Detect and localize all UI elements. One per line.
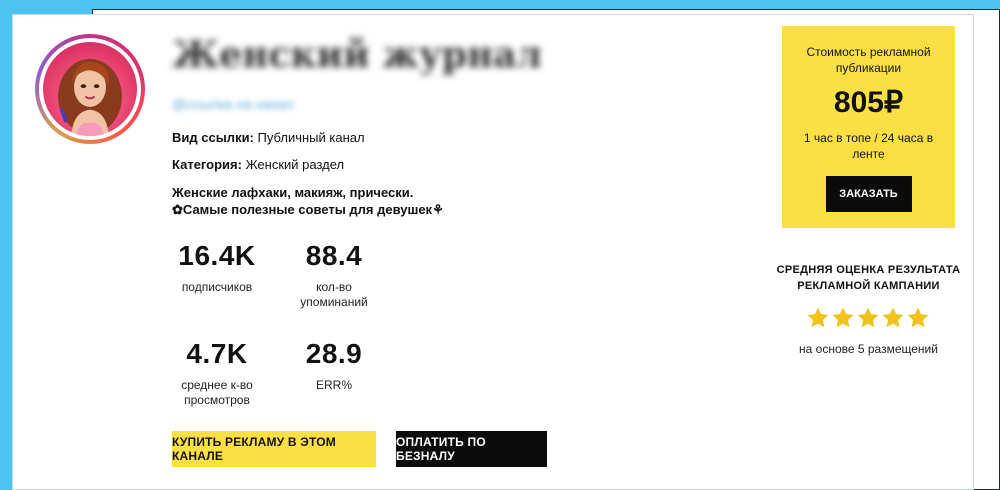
avatar-frame (39, 38, 141, 140)
link-type-row: Вид ссылки: Публичный канал (172, 130, 365, 145)
category-value: Женский раздел (245, 157, 345, 172)
link-type-label: Вид ссылки: (172, 130, 254, 145)
stat-label: кол-во упоминаний (300, 280, 368, 309)
star-icon (832, 307, 854, 328)
stat-label: ERR% (315, 378, 352, 392)
price-caption: Стоимость рекламной публикации (806, 45, 931, 75)
stat-value: 16.4K (178, 240, 256, 271)
order-button[interactable]: ЗАКАЗАТЬ (825, 176, 912, 212)
star-icon (907, 307, 929, 328)
stat-views: 4.7K среднее к-во просмотров (157, 338, 277, 408)
description-line-1: Женские лафхаки, макияж, прически. (172, 185, 414, 200)
buy-ad-button[interactable]: КУПИТЬ РЕКЛАМУ В ЭТОМ КАНАЛЕ (172, 431, 376, 467)
stat-value: 4.7K (186, 338, 248, 369)
star-icon (882, 307, 904, 328)
star-icon (857, 307, 879, 328)
category-label: Категория: (172, 157, 242, 172)
stat-label: среднее к-во просмотров (181, 378, 253, 407)
price-note: 1 час в топе / 24 часа в ленте (803, 131, 934, 161)
description-line-2: ✿Самые полезные советы для девушек⚘ (172, 202, 444, 217)
stat-label: подписчиков (181, 280, 253, 294)
avatar-illustration (43, 42, 137, 136)
channel-description: Женские лафхаки, макияж, прически. ✿Самы… (172, 184, 444, 218)
pay-cashless-button[interactable]: ОПЛАТИТЬ ПО БЕЗНАЛУ (396, 431, 547, 467)
stat-mentions: 88.4 кол-во упоминаний (274, 240, 394, 310)
star-icon (807, 307, 829, 328)
rating-title: СРЕДНЯЯ ОЦЕНКА РЕЗУЛЬТАТА РЕКЛАМНОЙ КАМП… (776, 264, 961, 292)
channel-link[interactable]: @ссылка на канал (172, 96, 294, 112)
stat-value: 88.4 (305, 240, 363, 271)
price-value: 805₽ (833, 86, 904, 119)
stat-err: 28.9 ERR% (274, 338, 394, 393)
channel-title: Женский журнал (172, 34, 542, 76)
stat-value: 28.9 (305, 338, 363, 369)
price-box: Стоимость рекламной публикации 805₽ 1 ча… (782, 26, 955, 228)
stat-subscribers: 16.4K подписчиков (157, 240, 277, 295)
category-row: Категория: Женский раздел (172, 157, 344, 172)
rating-stars (806, 306, 931, 332)
avatar-illustration-icon (58, 58, 122, 136)
rating-note: на основе 5 размещений (799, 342, 938, 356)
channel-avatar[interactable] (35, 34, 145, 144)
link-type-value: Публичный канал (257, 130, 365, 145)
